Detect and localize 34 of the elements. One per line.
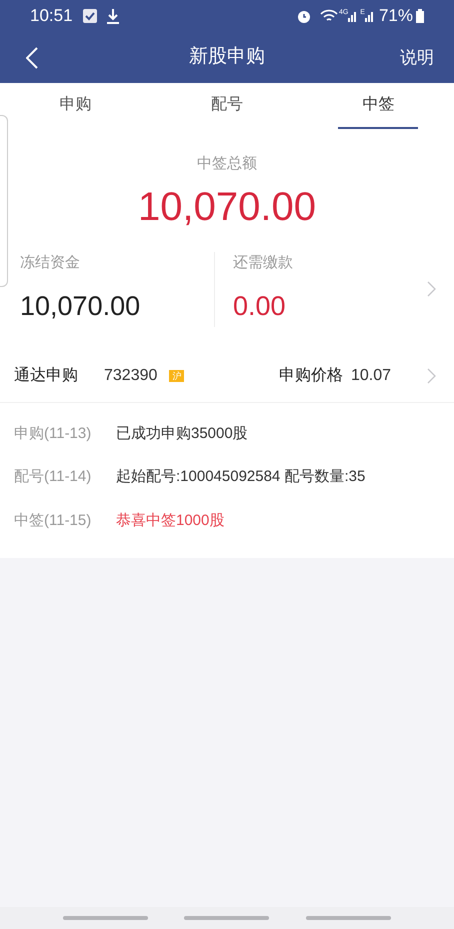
tab[interactable]: 中签 xyxy=(338,83,418,129)
chevron-right-icon[interactable] xyxy=(427,281,436,297)
stat-value: 0.00 xyxy=(233,290,287,323)
step-date: 中签(11-15) xyxy=(14,510,92,530)
back-icon[interactable] xyxy=(26,46,38,68)
step-text: 已成功申购35000股 xyxy=(116,424,248,444)
summary-amount: 10,070.00 xyxy=(138,184,316,230)
battery-icon xyxy=(416,9,424,23)
price-label: 申购价格 xyxy=(278,366,343,386)
stat-label: 还需缴款 xyxy=(233,252,294,272)
help-button[interactable]: 说明 xyxy=(400,44,434,70)
tab[interactable]: 申购 xyxy=(36,83,116,129)
step-text: 恭喜中签1000股 xyxy=(116,510,224,530)
wifi-icon xyxy=(320,9,338,23)
price-value: 10.07 xyxy=(350,366,391,386)
signal-icon xyxy=(348,10,358,22)
page-title: 新股申购 xyxy=(189,45,265,70)
chevron-right-icon[interactable] xyxy=(427,368,436,384)
tab[interactable]: 配号 xyxy=(186,83,267,129)
step-text: 起始配号:100045092584 配号数量:35 xyxy=(116,467,366,487)
stat-label: 冻结资金 xyxy=(20,252,81,272)
alarm-icon xyxy=(296,8,312,24)
signal-icon xyxy=(364,10,375,22)
battery-percent: 71% xyxy=(378,5,413,28)
stock-name: 通达申购 xyxy=(14,366,78,386)
download-icon xyxy=(106,8,119,24)
checkbox-notification-icon xyxy=(82,9,97,23)
market-badge: 沪 xyxy=(169,370,184,382)
stat-value: 10,070.00 xyxy=(20,290,142,323)
step-date: 申购(11-13) xyxy=(14,424,92,444)
step-date: 配号(11-14) xyxy=(14,467,92,487)
status-time: 10:51 xyxy=(30,5,73,28)
stock-code: 732390 xyxy=(104,366,158,386)
summary-label: 中签总额 xyxy=(197,154,257,174)
